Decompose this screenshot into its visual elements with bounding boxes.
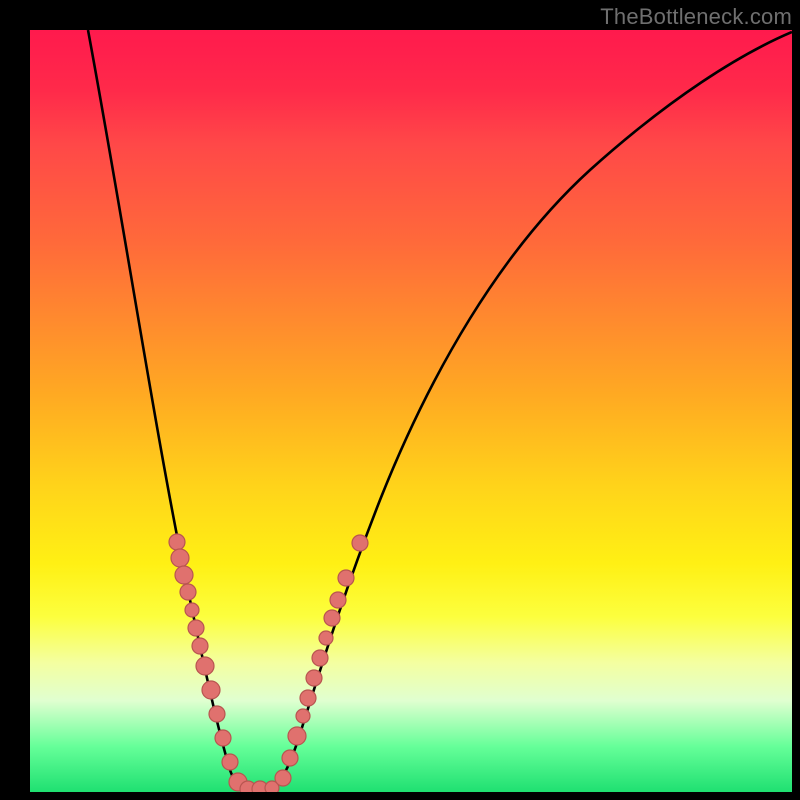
data-bead (306, 670, 322, 686)
data-bead (209, 706, 225, 722)
data-bead (180, 584, 196, 600)
data-bead (169, 534, 185, 550)
curve-left-branch (88, 30, 252, 790)
data-bead (288, 727, 306, 745)
data-bead (215, 730, 231, 746)
data-bead (312, 650, 328, 666)
data-bead (185, 603, 199, 617)
data-bead (171, 549, 189, 567)
data-bead (300, 690, 316, 706)
data-bead (319, 631, 333, 645)
data-bead (338, 570, 354, 586)
data-bead (275, 770, 291, 786)
chart-frame (30, 30, 792, 792)
watermark-text: TheBottleneck.com (600, 4, 792, 30)
data-bead (324, 610, 340, 626)
data-bead (282, 750, 298, 766)
data-bead (296, 709, 310, 723)
data-bead (352, 535, 368, 551)
data-bead (175, 566, 193, 584)
data-bead (188, 620, 204, 636)
data-beads (169, 534, 368, 792)
data-bead (192, 638, 208, 654)
bottleneck-curve (30, 30, 792, 792)
data-bead (202, 681, 220, 699)
data-bead (330, 592, 346, 608)
data-bead (196, 657, 214, 675)
data-bead (222, 754, 238, 770)
curve-right-branch (262, 32, 792, 790)
